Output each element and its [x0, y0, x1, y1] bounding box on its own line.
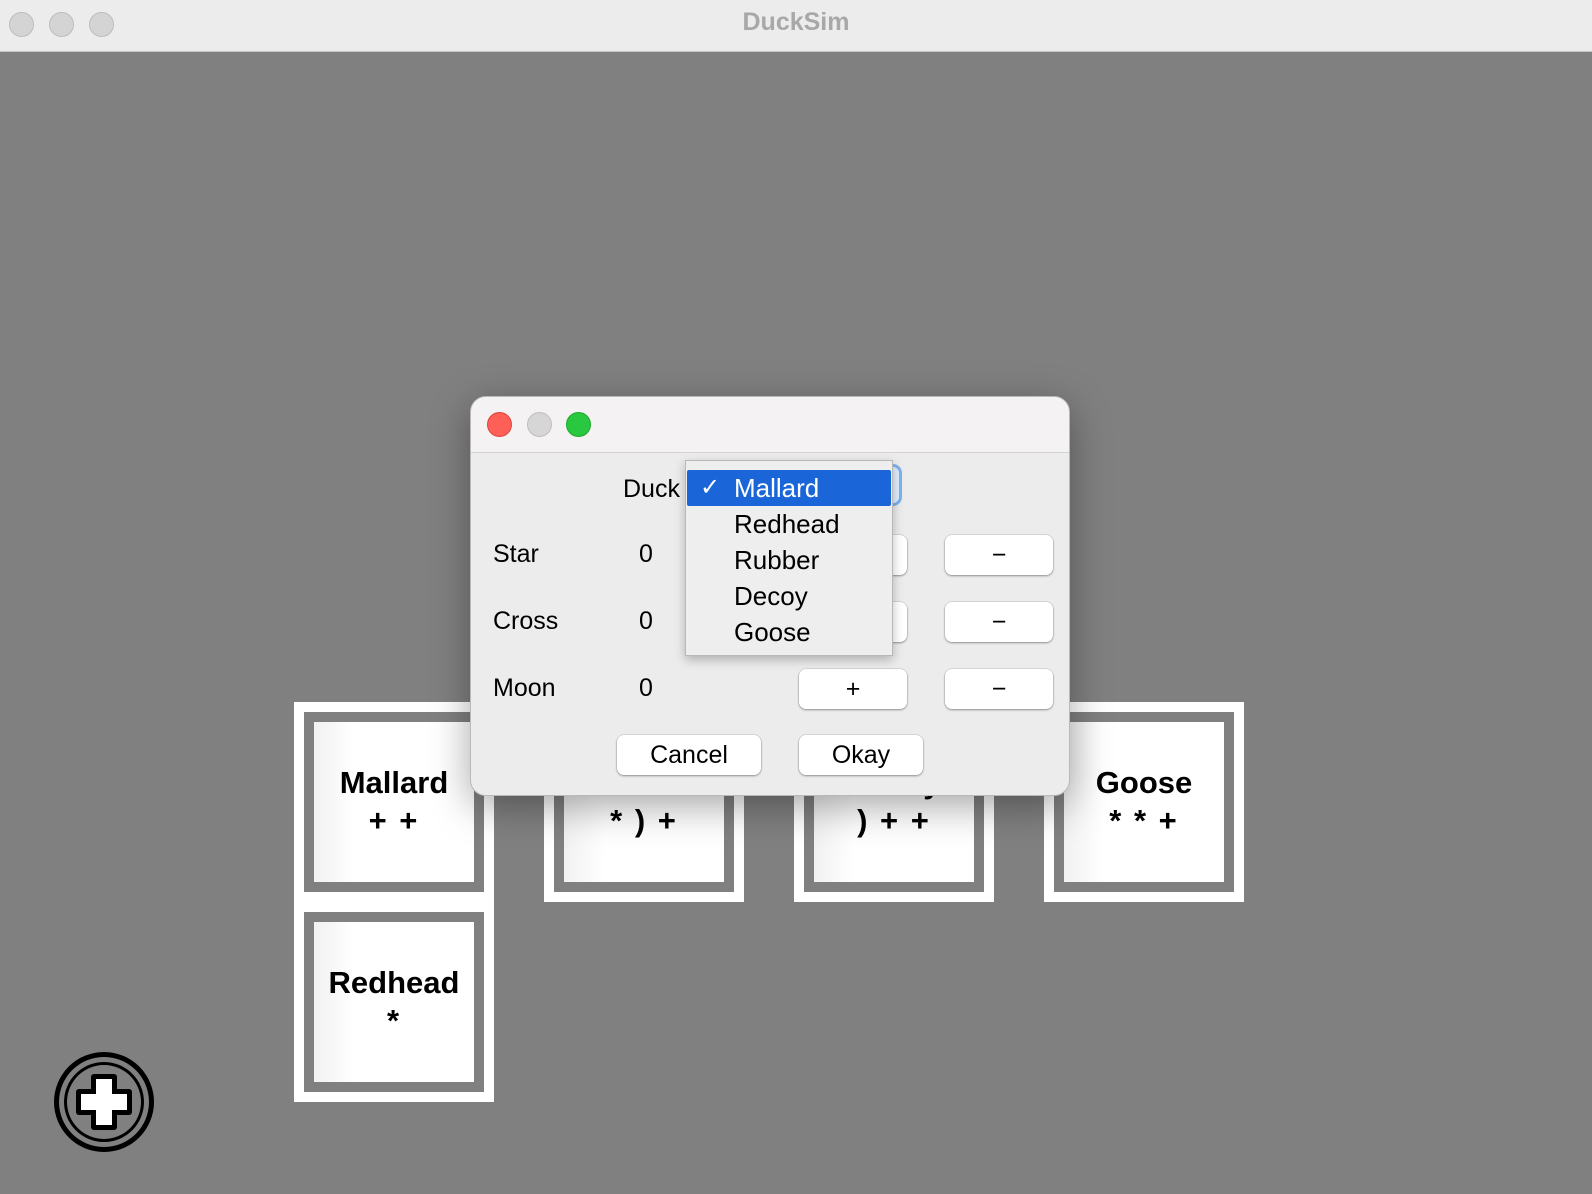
card-name: Redhead	[328, 965, 460, 1000]
option-label: Goose	[734, 617, 811, 647]
cross-count: 0	[639, 607, 653, 635]
card-marks: * ) +	[610, 803, 678, 838]
star-label: Star	[493, 540, 539, 568]
card-marks: * * +	[1109, 803, 1179, 838]
okay-button[interactable]: Okay	[799, 735, 923, 775]
card-marks: *	[386, 1003, 402, 1038]
cross-label: Cross	[493, 607, 559, 635]
cancel-button[interactable]: Cancel	[617, 735, 761, 775]
checkmark-icon: ✓	[700, 474, 721, 501]
option-label: Mallard	[734, 473, 820, 503]
moon-plus-button[interactable]: +	[799, 669, 907, 709]
cross-minus-button[interactable]: −	[945, 602, 1053, 642]
dropdown-option-decoy[interactable]: Decoy	[687, 578, 891, 614]
dropdown-option-rubber[interactable]: Rubber	[687, 542, 891, 578]
star-count: 0	[639, 540, 653, 568]
card-marks: ) + +	[857, 803, 931, 838]
dialog-minimize-button[interactable]	[527, 412, 552, 437]
dropdown-option-mallard[interactable]: ✓ Mallard	[687, 470, 891, 506]
moon-count: 0	[639, 674, 653, 702]
dropdown-option-goose[interactable]: Goose	[687, 614, 891, 650]
card-name: Goose	[1095, 765, 1193, 800]
dialog-close-button[interactable]	[487, 412, 512, 437]
window-titlebar: DuckSim	[0, 0, 1592, 52]
moon-minus-button[interactable]: −	[945, 669, 1053, 709]
dialog-titlebar	[471, 397, 1069, 453]
card-marks: + +	[368, 803, 420, 838]
window-title: DuckSim	[742, 8, 850, 36]
add-duck-button[interactable]	[54, 1052, 154, 1152]
dropdown-option-redhead[interactable]: Redhead	[687, 506, 891, 542]
option-label: Rubber	[734, 545, 820, 575]
star-minus-button[interactable]: −	[945, 535, 1053, 575]
duck-card-mallard[interactable]: Mallard + +	[294, 702, 494, 902]
duck-label: Duck	[623, 475, 680, 503]
option-label: Redhead	[734, 509, 840, 539]
card-name: Mallard	[339, 765, 449, 800]
duck-card-goose[interactable]: Goose * * +	[1044, 702, 1244, 902]
duck-card-redhead[interactable]: Redhead *	[294, 902, 494, 1102]
option-label: Decoy	[734, 581, 808, 611]
dialog-zoom-button[interactable]	[566, 412, 591, 437]
duck-type-dropdown[interactable]: ✓ Mallard Redhead Rubber Decoy Goose	[685, 460, 893, 656]
moon-label: Moon	[493, 674, 556, 702]
